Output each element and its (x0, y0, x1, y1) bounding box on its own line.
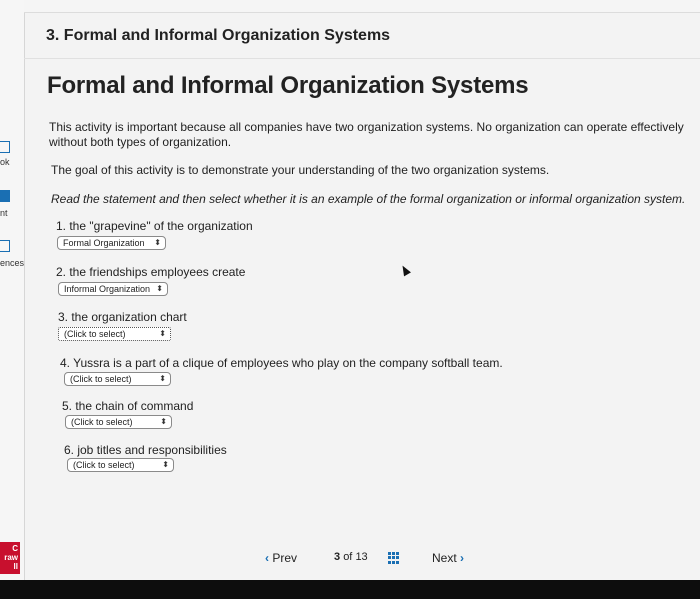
question-3-value: (Click to select) (64, 329, 126, 339)
question-1-select[interactable]: Formal Organization ⬍ (57, 236, 166, 250)
total-pages: 13 (355, 551, 368, 563)
select-arrow-icon: ⬍ (162, 460, 169, 469)
select-arrow-icon: ⬍ (156, 284, 163, 293)
sidebar-item-1[interactable]: nt (0, 208, 24, 218)
chevron-right-icon: › (460, 551, 465, 565)
select-arrow-icon: ⬍ (159, 329, 166, 338)
question-5-select[interactable]: (Click to select) ⬍ (65, 415, 172, 429)
intro-text: This activity is important because all c… (49, 120, 684, 149)
question-6-text: 6. job titles and responsibilities (64, 443, 227, 457)
question-1-text: 1. the "grapevine" of the organization (56, 219, 253, 233)
bottom-bar (0, 580, 700, 599)
page-title: 3. Formal and Informal Organization Syst… (46, 27, 391, 44)
next-button[interactable]: Next › (432, 551, 464, 565)
top-bar (24, 0, 700, 13)
brand-logo: Craw ll (0, 542, 20, 574)
next-label: Next (432, 551, 457, 565)
question-4-text: 4. Yussra is a part of a clique of emplo… (60, 356, 503, 370)
grid-icon[interactable] (388, 552, 400, 564)
chevron-left-icon: ‹ (265, 551, 269, 565)
activity-title: Formal and Informal Organization Systems (47, 72, 529, 99)
question-1-value: Formal Organization (63, 238, 145, 248)
left-sidebar: ok nt ences Craw ll (0, 0, 25, 580)
book-icon[interactable] (0, 141, 10, 153)
header-divider (24, 58, 700, 59)
page-of-label: of (343, 551, 353, 563)
prev-button[interactable]: ‹ Prev (265, 551, 297, 565)
question-4-value: (Click to select) (70, 374, 132, 384)
sidebar-item-2[interactable]: ences (0, 258, 24, 268)
goal-text: The goal of this activity is to demonstr… (51, 163, 550, 177)
references-icon[interactable] (0, 240, 10, 252)
current-page: 3 (334, 551, 341, 563)
select-arrow-icon: ⬍ (154, 238, 161, 247)
sidebar-item-0[interactable]: ok (0, 157, 24, 167)
question-3-text: 3. the organization chart (58, 310, 187, 324)
question-5-text: 5. the chain of command (62, 399, 194, 413)
question-6-select[interactable]: (Click to select) ⬍ (67, 458, 174, 472)
instruction-text: Read the statement and then select wheth… (51, 192, 686, 206)
question-5-value: (Click to select) (71, 417, 133, 427)
question-6-value: (Click to select) (73, 460, 135, 470)
page-indicator: 3 of 13 (334, 551, 368, 563)
prev-label: Prev (272, 551, 298, 565)
question-3-select[interactable]: (Click to select) ⬍ (58, 327, 171, 341)
question-2-select[interactable]: Informal Organization ⬍ (58, 282, 168, 296)
question-2-value: Informal Organization (64, 284, 151, 294)
question-4-select[interactable]: (Click to select) ⬍ (64, 372, 171, 386)
select-arrow-icon: ⬍ (160, 417, 167, 426)
select-arrow-icon: ⬍ (159, 374, 166, 383)
document-icon[interactable] (0, 190, 10, 202)
question-2-text: 2. the friendships employees create (56, 265, 246, 279)
mouse-cursor-icon (399, 263, 411, 277)
